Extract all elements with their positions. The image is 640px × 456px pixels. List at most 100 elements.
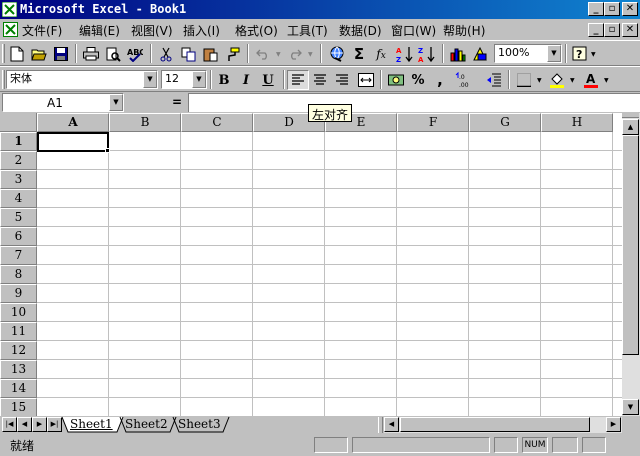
column-header-h[interactable]: H (541, 113, 613, 132)
column-header-g[interactable]: G (469, 113, 541, 132)
spelling-button[interactable]: ABC (124, 44, 146, 64)
cut-button[interactable] (155, 44, 177, 64)
font-color-dropdown-icon[interactable]: ▼ (604, 77, 609, 84)
menu-format[interactable]: 格式(O) (235, 22, 278, 39)
scroll-down-button[interactable]: ▼ (622, 399, 639, 415)
copy-button[interactable] (177, 44, 199, 64)
row-header-6[interactable]: 6 (0, 227, 37, 246)
italic-button[interactable]: I (235, 70, 257, 90)
drawing-button[interactable] (469, 44, 491, 64)
print-preview-button[interactable] (102, 44, 124, 64)
comma-style-button[interactable]: , (429, 70, 451, 90)
column-header-b[interactable]: B (109, 113, 181, 132)
redo-dropdown-icon[interactable]: ▼ (308, 51, 313, 58)
size-grip[interactable] (610, 437, 638, 453)
workbook-icon[interactable] (3, 22, 18, 37)
restore-button[interactable]: ▫ (604, 2, 620, 16)
sheet-tab-3[interactable]: Sheet3 (176, 416, 223, 432)
sort-ascending-button[interactable]: AZ (394, 44, 416, 64)
formula-input[interactable] (188, 93, 640, 112)
scroll-up-button[interactable]: ▲ (622, 119, 639, 135)
menu-file[interactable]: 文件(F) (22, 22, 62, 39)
help-dropdown-icon[interactable]: ▼ (591, 51, 596, 58)
toolbar-grip[interactable] (2, 44, 5, 63)
autosum-button[interactable]: Σ (348, 44, 370, 64)
column-header-f[interactable]: F (397, 113, 469, 132)
font-size-combo[interactable]: 12 ▼ (161, 70, 207, 89)
open-button[interactable] (28, 44, 50, 64)
sheet-tab-1[interactable]: Sheet1 (68, 416, 115, 432)
horizontal-split-box[interactable] (622, 113, 639, 118)
doc-close-button[interactable]: ✕ (622, 23, 638, 37)
borders-dropdown-icon[interactable]: ▼ (537, 77, 542, 84)
align-left-button[interactable] (287, 70, 309, 90)
horizontal-scroll-thumb[interactable] (400, 417, 590, 432)
row-header-5[interactable]: 5 (0, 208, 37, 227)
sheet-tab-2[interactable]: Sheet2 (123, 416, 170, 432)
zoom-combo[interactable]: 100% ▼ (494, 44, 562, 63)
menu-tools[interactable]: 工具(T) (287, 22, 328, 39)
doc-minimize-button[interactable]: _ (588, 23, 604, 37)
row-header-12[interactable]: 12 (0, 341, 37, 360)
menu-edit[interactable]: 编辑(E) (79, 22, 120, 39)
active-cell[interactable] (37, 132, 109, 152)
scroll-right-button[interactable]: ▶ (606, 417, 621, 432)
row-header-14[interactable]: 14 (0, 379, 37, 398)
menu-help[interactable]: 帮助(H) (443, 22, 485, 39)
row-header-11[interactable]: 11 (0, 322, 37, 341)
last-sheet-button[interactable]: ▶| (47, 417, 62, 432)
office-assistant-button[interactable]: ? (569, 44, 591, 64)
undo-dropdown-icon[interactable]: ▼ (276, 51, 281, 58)
column-header-c[interactable]: C (181, 113, 253, 132)
merge-center-button[interactable] (355, 70, 377, 90)
name-box[interactable]: A1 ▼ (2, 93, 124, 112)
chart-wizard-button[interactable] (447, 44, 469, 64)
hyperlink-button[interactable] (326, 44, 348, 64)
underline-button[interactable]: U (257, 70, 279, 90)
zoom-dropdown-icon[interactable]: ▼ (547, 45, 561, 62)
select-all-button[interactable] (0, 113, 37, 132)
align-center-button[interactable] (309, 70, 331, 90)
print-button[interactable] (80, 44, 102, 64)
first-sheet-button[interactable]: |◀ (2, 417, 17, 432)
row-header-10[interactable]: 10 (0, 303, 37, 322)
next-sheet-button[interactable]: ▶ (32, 417, 47, 432)
prev-sheet-button[interactable]: ◀ (17, 417, 32, 432)
title-bar[interactable]: Microsoft Excel - Book1 _ ▫ ✕ (0, 0, 640, 19)
worksheet-grid[interactable]: ABCDEFGH 1 2 3 4 5 6 7 8 9 10 11 12 13 14 15 (0, 113, 640, 416)
redo-button[interactable] (284, 44, 306, 64)
row-header-7[interactable]: 7 (0, 246, 37, 265)
row-header-8[interactable]: 8 (0, 265, 37, 284)
doc-restore-button[interactable]: ▫ (604, 23, 620, 37)
toolbar-grip[interactable] (2, 70, 5, 89)
row-header-3[interactable]: 3 (0, 170, 37, 189)
minimize-button[interactable]: _ (588, 2, 604, 16)
new-button[interactable] (6, 44, 28, 64)
currency-button[interactable] (385, 70, 407, 90)
vertical-scroll-thumb[interactable] (622, 135, 639, 355)
edit-formula-button[interactable]: = (172, 95, 182, 109)
percent-button[interactable]: % (407, 70, 429, 90)
font-size-dropdown-icon[interactable]: ▼ (192, 71, 206, 88)
row-header-9[interactable]: 9 (0, 284, 37, 303)
row-header-2[interactable]: 2 (0, 151, 37, 170)
fill-handle[interactable] (105, 148, 110, 153)
bold-button[interactable]: B (213, 70, 235, 90)
column-header-a[interactable]: A (37, 113, 109, 132)
menu-view[interactable]: 视图(V) (131, 22, 173, 39)
menu-data[interactable]: 数据(D) (339, 22, 382, 39)
close-button[interactable]: ✕ (622, 2, 638, 16)
increase-decimal-button[interactable]: .0.00 (453, 70, 475, 90)
format-painter-button[interactable] (221, 44, 243, 64)
name-box-dropdown-icon[interactable]: ▼ (109, 94, 123, 111)
sort-descending-button[interactable]: ZA (416, 44, 438, 64)
tab-split-box[interactable] (378, 417, 383, 433)
paste-button[interactable] (199, 44, 221, 64)
undo-button[interactable] (252, 44, 274, 64)
horizontal-scrollbar[interactable]: ◀ ▶ (384, 417, 622, 433)
row-header-1[interactable]: 1 (0, 132, 37, 151)
font-color-button[interactable]: A (580, 70, 602, 90)
row-header-15[interactable]: 15 (0, 398, 37, 416)
fill-color-dropdown-icon[interactable]: ▼ (570, 77, 575, 84)
save-button[interactable] (50, 44, 72, 64)
